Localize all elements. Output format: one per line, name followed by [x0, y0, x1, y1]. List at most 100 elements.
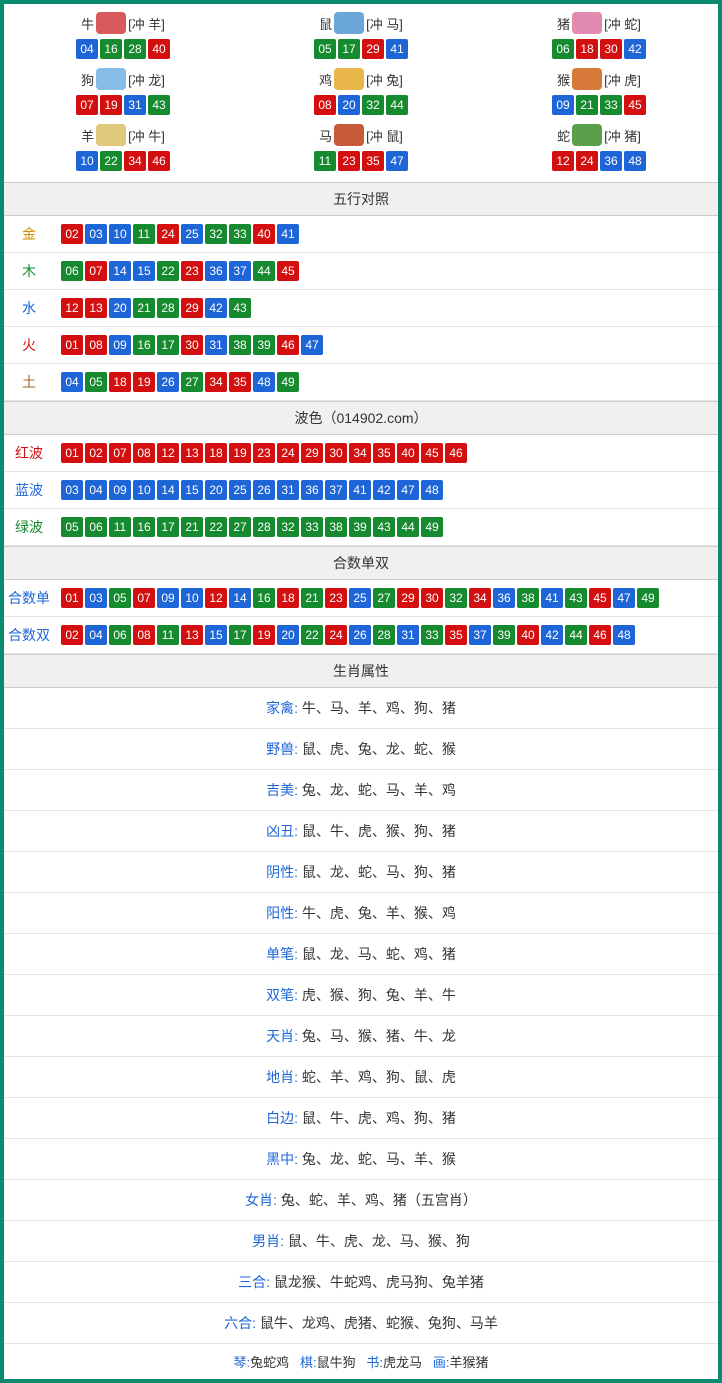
table-row: 红波0102070812131819232429303435404546: [4, 435, 718, 472]
row-values: 04051819262734354849: [54, 364, 718, 401]
attr-row: 双笔: 虎、猴、狗、兔、羊、牛: [4, 975, 718, 1016]
number-box: 45: [589, 588, 611, 608]
zodiac-name: 猴: [557, 70, 570, 89]
zodiac-name: 牛: [81, 14, 94, 33]
number-box: 39: [493, 625, 515, 645]
number-box: 46: [589, 625, 611, 645]
number-box: 42: [541, 625, 563, 645]
number-box: 21: [133, 298, 155, 318]
number-box: 41: [541, 588, 563, 608]
number-box: 03: [61, 480, 83, 500]
number-box: 45: [421, 443, 443, 463]
number-box: 02: [85, 443, 107, 463]
number-box: 30: [181, 335, 203, 355]
number-box: 10: [109, 224, 131, 244]
attr-value: 鼠、龙、蛇、马、狗、猪: [302, 864, 456, 880]
number-box: 41: [386, 39, 408, 59]
number-box: 27: [181, 372, 203, 392]
attr-value: 兔、龙、蛇、马、羊、猴: [302, 1151, 456, 1167]
number-box: 22: [157, 261, 179, 281]
number-box: 32: [362, 95, 384, 115]
wuxing-table: 五行对照 金02031011242532334041木0607141522233…: [4, 182, 718, 401]
number-box: 40: [253, 224, 275, 244]
number-box: 45: [277, 261, 299, 281]
number-box: 46: [277, 335, 299, 355]
number-box: 22: [205, 517, 227, 537]
number-box: 43: [229, 298, 251, 318]
number-box: 30: [325, 443, 347, 463]
number-box: 20: [205, 480, 227, 500]
number-box: 04: [76, 39, 98, 59]
attr-row: 男肖: 鼠、牛、虎、龙、马、猴、狗: [4, 1221, 718, 1262]
number-box: 07: [76, 95, 98, 115]
number-box: 19: [229, 443, 251, 463]
number-box: 39: [349, 517, 371, 537]
number-box: 07: [85, 261, 107, 281]
number-box: 02: [61, 224, 83, 244]
number-box: 13: [181, 625, 203, 645]
number-box: 26: [157, 372, 179, 392]
attr-key: 白边:: [266, 1110, 302, 1126]
number-box: 17: [157, 517, 179, 537]
zodiac-clash: [冲 兔]: [366, 70, 403, 89]
zodiac-icon: [96, 124, 126, 146]
footer-key: 书:: [366, 1355, 383, 1370]
table-row: 绿波05061116172122272832333839434449: [4, 509, 718, 546]
attr-value: 蛇、羊、鸡、狗、鼠、虎: [302, 1069, 456, 1085]
footer-key: 棋:: [300, 1355, 317, 1370]
number-box: 26: [349, 625, 371, 645]
number-box: 34: [124, 151, 146, 171]
number-box: 29: [397, 588, 419, 608]
number-box: 32: [445, 588, 467, 608]
attr-key: 野兽:: [266, 741, 302, 757]
table-row: 蓝波03040910141520252631363741424748: [4, 472, 718, 509]
number-box: 47: [386, 151, 408, 171]
zodiac-numbers: 07193143: [6, 94, 240, 116]
number-box: 05: [109, 588, 131, 608]
zodiac-icon: [96, 12, 126, 34]
number-box: 01: [61, 335, 83, 355]
row-values: 0108091617303138394647: [54, 327, 718, 364]
number-box: 12: [157, 443, 179, 463]
zodiac-numbers: 06183042: [482, 38, 716, 60]
number-box: 14: [109, 261, 131, 281]
table-row: 水1213202128294243: [4, 290, 718, 327]
attr-value: 兔、龙、蛇、马、羊、鸡: [302, 782, 456, 798]
zodiac-cell: 马[冲 鼠]11233547: [242, 120, 480, 176]
attr-value: 鼠牛、龙鸡、虎猪、蛇猴、兔狗、马羊: [260, 1315, 498, 1331]
number-box: 15: [181, 480, 203, 500]
attr-row: 黑中: 兔、龙、蛇、马、羊、猴: [4, 1139, 718, 1180]
number-box: 10: [133, 480, 155, 500]
attr-key: 双笔:: [266, 987, 302, 1003]
row-label: 金: [4, 216, 54, 253]
attr-title: 生肖属性: [4, 655, 718, 688]
number-box: 40: [517, 625, 539, 645]
attr-value: 鼠、虎、兔、龙、蛇、猴: [302, 741, 456, 757]
number-box: 10: [181, 588, 203, 608]
number-box: 23: [325, 588, 347, 608]
number-box: 42: [373, 480, 395, 500]
number-box: 03: [85, 224, 107, 244]
number-box: 06: [85, 517, 107, 537]
zodiac-numbers: 04162840: [6, 38, 240, 60]
number-box: 24: [157, 224, 179, 244]
number-box: 18: [109, 372, 131, 392]
number-box: 49: [421, 517, 443, 537]
number-box: 46: [445, 443, 467, 463]
number-box: 05: [314, 39, 336, 59]
number-box: 23: [338, 151, 360, 171]
zodiac-icon: [96, 68, 126, 90]
attr-value: 鼠、龙、马、蛇、鸡、猪: [302, 946, 456, 962]
number-box: 33: [600, 95, 622, 115]
number-box: 32: [205, 224, 227, 244]
number-box: 08: [85, 335, 107, 355]
zodiac-numbers: 10223446: [6, 150, 240, 172]
row-values: 02031011242532334041: [54, 216, 718, 253]
row-values: 0103050709101214161821232527293032343638…: [54, 580, 718, 617]
number-box: 31: [397, 625, 419, 645]
number-box: 20: [277, 625, 299, 645]
zodiac-numbers: 12243648: [482, 150, 716, 172]
footer-value: 虎龙马: [383, 1355, 422, 1370]
zodiac-icon: [572, 68, 602, 90]
row-label: 红波: [4, 435, 54, 472]
